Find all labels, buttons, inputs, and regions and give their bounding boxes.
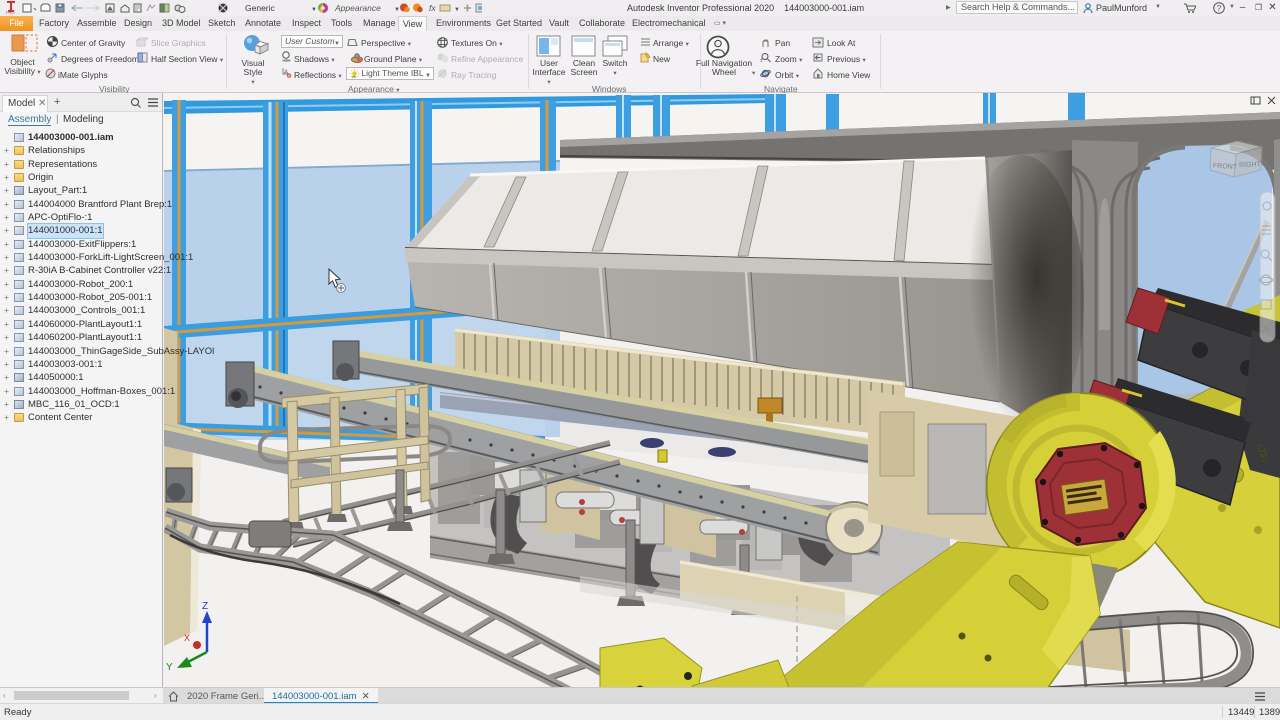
svg-text:Z: Z [202,601,208,612]
svg-text:±: ± [760,58,763,63]
svg-text:▼: ▼ [311,7,317,13]
svg-text:?: ? [1217,4,1222,13]
svg-text:▼: ▼ [394,7,400,13]
svg-text:PRO: PRO [6,10,15,14]
svg-text:FRONT: FRONT [1213,163,1238,171]
svg-text:Appearance: Appearance [334,3,381,13]
svg-text:fx: fx [429,3,436,13]
svg-text:▼: ▼ [454,7,460,13]
svg-text:Generic: Generic [245,3,276,13]
svg-text:X: X [184,633,190,643]
svg-text:Y: Y [166,662,173,673]
svg-text:RIGHT: RIGHT [1239,161,1262,169]
